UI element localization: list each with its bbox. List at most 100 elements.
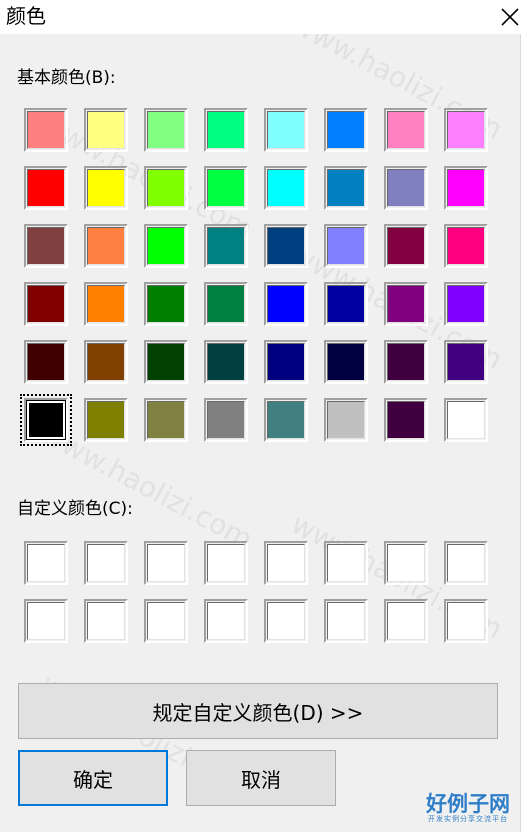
basic-color-swatch[interactable]	[444, 340, 488, 384]
custom-color-swatch[interactable]	[84, 541, 128, 585]
custom-color-swatch[interactable]	[324, 541, 368, 585]
custom-color-swatch-fill	[327, 602, 365, 640]
custom-color-swatch[interactable]	[144, 599, 188, 643]
custom-color-swatch[interactable]	[24, 599, 68, 643]
custom-color-swatch[interactable]	[204, 599, 248, 643]
basic-color-swatch-fill	[207, 343, 245, 381]
basic-color-swatch[interactable]	[84, 340, 128, 384]
basic-color-swatch[interactable]	[84, 224, 128, 268]
basic-color-swatch[interactable]	[324, 166, 368, 210]
basic-color-swatch-fill	[147, 343, 185, 381]
basic-color-swatch[interactable]	[144, 398, 188, 442]
custom-color-swatch-fill	[267, 602, 305, 640]
custom-color-swatch-fill	[447, 544, 485, 582]
basic-color-swatch[interactable]	[444, 398, 488, 442]
basic-color-swatch[interactable]	[204, 108, 248, 152]
basic-color-swatch-fill	[267, 343, 305, 381]
basic-color-swatch[interactable]	[20, 394, 72, 446]
close-button[interactable]	[488, 0, 532, 34]
basic-color-swatch[interactable]	[324, 224, 368, 268]
custom-color-swatch[interactable]	[84, 599, 128, 643]
basic-color-swatch[interactable]	[264, 108, 308, 152]
cancel-button[interactable]: 取消	[186, 750, 336, 806]
basic-color-swatch[interactable]	[144, 282, 188, 326]
custom-color-swatch-fill	[147, 602, 185, 640]
basic-color-swatch-fill	[267, 227, 305, 265]
basic-color-swatch-fill	[327, 401, 365, 439]
basic-color-swatch[interactable]	[204, 398, 248, 442]
custom-color-swatch[interactable]	[204, 541, 248, 585]
define-custom-colors-button[interactable]: 规定自定义颜色(D) >>	[18, 683, 498, 739]
logo-sub-text: 开发实例分享交流平台	[428, 815, 508, 823]
basic-color-swatch[interactable]	[84, 282, 128, 326]
basic-color-swatch-fill	[27, 227, 65, 265]
custom-color-swatch-fill	[147, 544, 185, 582]
basic-color-swatch[interactable]	[444, 166, 488, 210]
basic-color-swatch[interactable]	[384, 224, 428, 268]
basic-color-swatch[interactable]	[24, 340, 68, 384]
custom-color-swatch[interactable]	[264, 541, 308, 585]
custom-color-swatch[interactable]	[444, 599, 488, 643]
close-icon	[501, 8, 519, 26]
logo-main-text: 好例子网	[426, 792, 510, 816]
custom-color-swatch[interactable]	[444, 541, 488, 585]
basic-colors-label: 基本颜色(B):	[17, 68, 116, 88]
custom-color-swatch[interactable]	[24, 541, 68, 585]
custom-color-swatch[interactable]	[264, 599, 308, 643]
custom-color-swatch-fill	[327, 544, 365, 582]
basic-color-swatch-fill	[387, 285, 425, 323]
window-edge	[520, 34, 532, 832]
basic-color-swatch-fill	[147, 169, 185, 207]
basic-color-swatch-fill	[447, 401, 485, 439]
basic-color-swatch[interactable]	[264, 398, 308, 442]
basic-color-swatch-fill	[267, 401, 305, 439]
basic-color-swatch[interactable]	[384, 166, 428, 210]
basic-color-swatch[interactable]	[24, 282, 68, 326]
basic-color-swatch-fill	[447, 169, 485, 207]
basic-color-swatch[interactable]	[204, 282, 248, 326]
custom-color-swatch[interactable]	[144, 541, 188, 585]
custom-color-swatch-fill	[87, 602, 125, 640]
basic-color-swatch[interactable]	[324, 282, 368, 326]
basic-color-swatch-fill	[267, 285, 305, 323]
basic-color-swatch[interactable]	[444, 224, 488, 268]
custom-color-swatch[interactable]	[384, 599, 428, 643]
basic-color-swatch[interactable]	[384, 108, 428, 152]
basic-color-swatch[interactable]	[84, 108, 128, 152]
basic-color-swatch[interactable]	[24, 166, 68, 210]
title-bar: 颜色	[0, 0, 532, 34]
basic-color-swatch[interactable]	[144, 108, 188, 152]
basic-color-swatch[interactable]	[384, 282, 428, 326]
basic-color-swatch[interactable]	[144, 224, 188, 268]
basic-color-swatch-fill	[87, 227, 125, 265]
basic-color-swatch-fill	[447, 111, 485, 149]
basic-color-swatch[interactable]	[204, 340, 248, 384]
basic-color-swatch[interactable]	[144, 340, 188, 384]
basic-color-swatch[interactable]	[384, 340, 428, 384]
basic-color-swatch[interactable]	[204, 224, 248, 268]
basic-color-swatch[interactable]	[84, 166, 128, 210]
basic-color-swatch[interactable]	[444, 108, 488, 152]
basic-color-swatch[interactable]	[204, 166, 248, 210]
basic-color-swatch[interactable]	[24, 108, 68, 152]
basic-color-swatch[interactable]	[24, 224, 68, 268]
basic-color-swatch[interactable]	[264, 282, 308, 326]
basic-color-swatch[interactable]	[444, 282, 488, 326]
basic-color-swatch[interactable]	[264, 166, 308, 210]
custom-color-swatch-fill	[87, 544, 125, 582]
custom-color-swatch[interactable]	[384, 541, 428, 585]
basic-color-swatch[interactable]	[144, 166, 188, 210]
window-title: 颜色	[6, 4, 46, 28]
basic-color-swatch[interactable]	[264, 340, 308, 384]
custom-color-swatch[interactable]	[324, 599, 368, 643]
basic-color-swatch-fill	[87, 343, 125, 381]
basic-color-swatch[interactable]	[324, 108, 368, 152]
basic-color-swatch[interactable]	[84, 398, 128, 442]
basic-color-swatch[interactable]	[324, 340, 368, 384]
ok-button[interactable]: 确定	[18, 750, 168, 806]
custom-colors-label: 自定义颜色(C):	[17, 499, 133, 519]
basic-color-swatch[interactable]	[384, 398, 428, 442]
basic-color-swatch[interactable]	[324, 398, 368, 442]
basic-color-swatch-fill	[27, 111, 65, 149]
basic-color-swatch[interactable]	[264, 224, 308, 268]
